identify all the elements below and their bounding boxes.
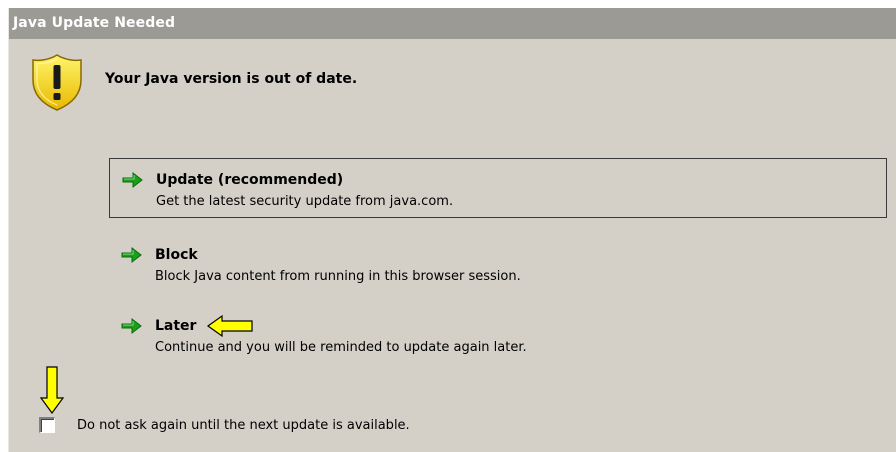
green-arrow-icon — [122, 171, 143, 189]
option-title: Block — [155, 247, 198, 263]
update-option[interactable]: Update (recommended) Get the latest secu… — [109, 158, 887, 218]
dont-ask-again-checkbox[interactable] — [39, 417, 55, 433]
later-option[interactable]: Later Continue and you will be reminded … — [109, 305, 887, 363]
block-option[interactable]: Block Block Java content from running in… — [109, 234, 887, 292]
option-description: Block Java content from running in this … — [155, 269, 521, 284]
dialog-title: Java Update Needed — [9, 8, 896, 39]
option-description: Get the latest security update from java… — [156, 194, 454, 209]
yellow-left-arrow-icon — [207, 314, 254, 338]
checkbox-label[interactable]: Do not ask again until the next update i… — [77, 418, 410, 433]
green-arrow-icon — [121, 246, 142, 264]
header-message: Your Java version is out of date. — [105, 71, 358, 87]
warning-shield-icon — [32, 54, 82, 111]
option-title: Later — [155, 318, 197, 334]
java-update-dialog: Java Update Needed Your Java version is … — [8, 8, 896, 452]
option-title: Update (recommended) — [156, 172, 344, 188]
dialog-header: Your Java version is out of date. — [29, 52, 357, 112]
yellow-down-arrow-icon — [39, 366, 65, 414]
green-arrow-icon — [121, 317, 142, 335]
option-description: Continue and you will be reminded to upd… — [155, 340, 527, 355]
dont-ask-again-row: Do not ask again until the next update i… — [39, 417, 410, 433]
